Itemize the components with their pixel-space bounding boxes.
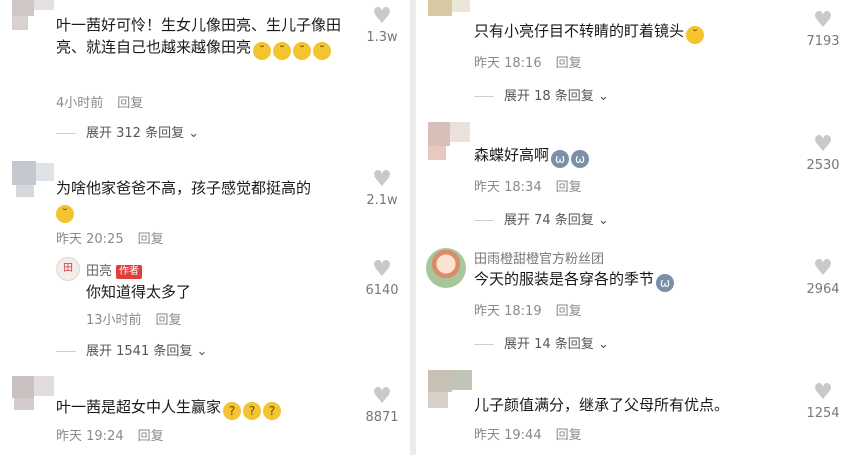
reply-button[interactable]: 回复 — [138, 429, 164, 444]
comment-item: 叶一茜是超女中人生赢家??? 昨天 19:24 回复 ♥ 8871 — [0, 372, 410, 455]
author-badge: 作者 — [116, 265, 143, 279]
comment-meta: 昨天 20:25 回复 — [56, 228, 164, 247]
like-count: 8871 — [365, 410, 399, 425]
avatar[interactable] — [426, 248, 466, 288]
comment-item: 森蝶好高啊 ω ω 昨天 18:34 回复 展开 74 条回复 ⌄ ♥ 2530 — [416, 118, 849, 233]
comment-time: 昨天 19:44 — [474, 428, 542, 443]
comment-text: 为啥他家爸爸不高，孩子感觉都挺高的 ˘ — [56, 179, 312, 223]
like-count: 2964 — [806, 282, 840, 297]
expand-replies-button[interactable]: 展开 312 条回复 ⌄ — [56, 122, 199, 141]
reply-button[interactable]: 回复 — [556, 180, 582, 195]
like-button[interactable]: ♥ 2530 — [798, 132, 848, 174]
comment-text: 今天的服装是各穿各的季节 ω — [474, 268, 675, 292]
heart-icon: ♥ — [372, 257, 392, 282]
comment-item: 儿子颜值满分，继承了父母所有优点。 昨天 19:44 回复 ♥ 1254 — [416, 368, 849, 455]
author-name[interactable]: 田亮 — [86, 264, 112, 279]
comment-column-left: 叶一茜好可怜！生女儿像田亮、生儿子像田亮、就连自己也越来越像田亮 ˘ ˘ ˘ ˘ 4小时… — [0, 0, 410, 455]
heart-icon: ♥ — [813, 256, 833, 281]
comment-meta: 4小时前 回复 — [56, 92, 143, 111]
comment-time: 昨天 19:24 — [56, 429, 124, 444]
heart-icon: ♥ — [813, 8, 833, 33]
cat-emoji-icon: ω — [571, 150, 590, 168]
comment-text: 儿子颜值满分，继承了父母所有优点。 — [474, 396, 730, 414]
like-button[interactable]: ♥ 8871 — [357, 384, 407, 426]
like-count: 1254 — [806, 406, 840, 421]
comment-time: 昨天 18:19 — [474, 304, 542, 319]
expand-replies-button[interactable]: 展开 14 条回复 ⌄ — [474, 333, 609, 352]
reply-button[interactable]: 回复 — [556, 304, 582, 319]
comment-text: 叶一茜好可怜！生女儿像田亮、生儿子像田亮、就连自己也越来越像田亮 ˘ ˘ ˘ ˘ — [56, 16, 342, 60]
avatar-blurred[interactable] — [428, 0, 470, 32]
comment-item: 田雨橙甜橙官方粉丝团 今天的服装是各穿各的季节 ω 昨天 18:19 回复 展开 1… — [416, 240, 849, 360]
comment-text: 森蝶好高啊 ω ω — [474, 144, 590, 168]
chevron-down-icon: ⌄ — [593, 337, 609, 352]
laugh-cry-emoji-icon: ˘ — [686, 26, 705, 44]
reply-button[interactable]: 回复 — [117, 96, 143, 111]
expand-replies-button[interactable]: 展开 74 条回复 ⌄ — [474, 209, 609, 228]
reply-time: 13小时前 — [86, 313, 142, 328]
comment-item: 叶一茜好可怜！生女儿像田亮、生儿子像田亮、就连自己也越来越像田亮 ˘ ˘ ˘ ˘ 4小时… — [0, 0, 410, 141]
heart-icon: ♥ — [372, 384, 392, 409]
like-count: 2.1w — [366, 193, 398, 208]
comment-meta: 昨天 19:44 回复 — [474, 424, 582, 443]
comment-column-right: 只有小亮仔目不转睛的盯着镜头 ˘ 昨天 18:16 回复 展开 18 条回复 ⌄ ♥… — [416, 0, 849, 455]
reply-author: 田亮 作者 — [86, 260, 143, 279]
avatar-blurred[interactable] — [428, 122, 470, 160]
like-button[interactable]: ♥ 2.1w — [357, 167, 407, 209]
like-count: 7193 — [806, 34, 840, 49]
avatar-blurred[interactable] — [12, 376, 54, 412]
cat-emoji-icon: ω — [551, 150, 570, 168]
laugh-cry-emoji-icon: ˘ — [273, 42, 292, 60]
reply-button[interactable]: 回复 — [138, 232, 164, 247]
comment-item: 为啥他家爸爸不高，孩子感觉都挺高的 ˘ 昨天 20:25 回复 ♥ 2.1w 田 田… — [0, 155, 410, 365]
reply-button[interactable]: 回复 — [156, 313, 182, 328]
laugh-cry-emoji-icon: ˘ — [313, 42, 332, 60]
reply-meta: 13小时前 回复 — [86, 309, 182, 328]
comment-time: 昨天 18:16 — [474, 56, 542, 71]
heart-icon: ♥ — [372, 4, 392, 29]
thinking-emoji-icon: ? — [223, 402, 242, 420]
comment-item: 只有小亮仔目不转睛的盯着镜头 ˘ 昨天 18:16 回复 展开 18 条回复 ⌄ ♥… — [416, 0, 849, 110]
comment-meta: 昨天 18:34 回复 — [474, 176, 582, 195]
like-button[interactable]: ♥ 1.3w — [357, 4, 407, 46]
avatar-blurred[interactable] — [12, 161, 54, 197]
thinking-emoji-icon: ? — [243, 402, 262, 420]
chevron-down-icon: ⌄ — [593, 213, 609, 228]
author-avatar[interactable]: 田 — [56, 257, 80, 281]
comment-time: 昨天 20:25 — [56, 232, 124, 247]
comment-time: 4小时前 — [56, 96, 104, 111]
like-button[interactable]: ♥ 1254 — [798, 380, 848, 422]
like-button[interactable]: ♥ 6140 — [357, 257, 407, 299]
heart-icon: ♥ — [813, 132, 833, 157]
reply-button[interactable]: 回复 — [556, 56, 582, 71]
comment-meta: 昨天 18:19 回复 — [474, 300, 582, 319]
comment-time: 昨天 18:34 — [474, 180, 542, 195]
chevron-down-icon: ⌄ — [184, 126, 200, 141]
heart-icon: ♥ — [372, 167, 392, 192]
comment-text: 只有小亮仔目不转睛的盯着镜头 ˘ — [474, 20, 705, 44]
chevron-down-icon: ⌄ — [593, 89, 609, 104]
heart-icon: ♥ — [813, 380, 833, 405]
comment-meta: 昨天 19:24 回复 — [56, 425, 164, 444]
laugh-cry-emoji-icon: ˘ — [293, 42, 312, 60]
like-button[interactable]: ♥ 2964 — [798, 256, 848, 298]
expand-replies-button[interactable]: 展开 1541 条回复 ⌄ — [56, 340, 207, 359]
like-button[interactable]: ♥ 7193 — [798, 8, 848, 50]
expand-replies-button[interactable]: 展开 18 条回复 ⌄ — [474, 85, 609, 104]
cat-emoji-icon: ω — [656, 274, 675, 292]
like-count: 1.3w — [366, 30, 398, 45]
thinking-emoji-icon: ? — [263, 402, 282, 420]
avatar-blurred[interactable] — [428, 370, 472, 408]
like-count: 2530 — [806, 158, 840, 173]
laugh-cry-emoji-icon: ˘ — [253, 42, 272, 60]
like-count: 6140 — [365, 283, 399, 298]
commenter-name[interactable]: 田雨橙甜橙官方粉丝团 — [474, 248, 604, 267]
reply-text: 你知道得太多了 — [86, 283, 192, 301]
comment-meta: 昨天 18:16 回复 — [474, 52, 582, 71]
laugh-cry-emoji-icon: ˘ — [56, 205, 74, 223]
reply-button[interactable]: 回复 — [556, 428, 582, 443]
comment-text: 叶一茜是超女中人生赢家??? — [56, 396, 356, 420]
chevron-down-icon: ⌄ — [192, 344, 208, 359]
avatar-blurred[interactable] — [12, 0, 54, 30]
